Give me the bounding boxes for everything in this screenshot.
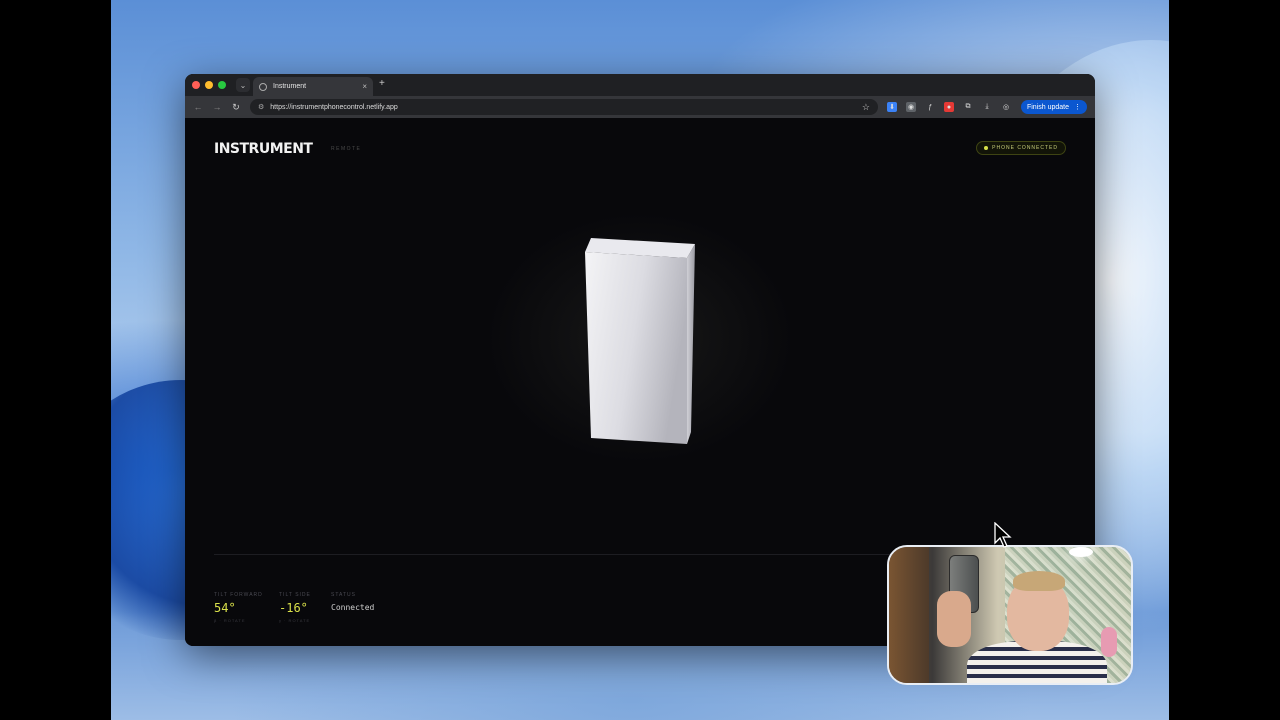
extension-function-icon[interactable]: ƒ — [925, 102, 935, 112]
extension-camera-icon[interactable]: ◉ — [906, 102, 916, 112]
profile-icon[interactable]: ◎ — [1001, 102, 1011, 112]
reload-button[interactable]: ↻ — [231, 102, 241, 113]
status-led-icon — [984, 146, 989, 150]
stat-label: STATUS — [331, 592, 356, 598]
bookmark-star-icon[interactable]: ☆ — [862, 102, 870, 113]
chevron-down-icon: ⌄ — [239, 80, 247, 90]
webcam-lamp — [1069, 547, 1093, 557]
forward-button[interactable]: → — [212, 102, 222, 112]
browser-toolbar: ← → ↻ ⚙ https://instrumentphonecontrol.n… — [185, 96, 1095, 118]
extensions-puzzle-icon[interactable]: ⧉ — [963, 102, 973, 112]
back-button[interactable]: ← — [193, 102, 203, 112]
tab-instrument[interactable]: Instrument × — [253, 77, 373, 96]
close-tab-icon[interactable]: × — [362, 82, 367, 91]
webcam-toy — [1101, 627, 1117, 657]
brand-subtitle: REMOTE — [331, 146, 362, 152]
stat-tilt-side: TILT SIDE -16° γ · ROTATE — [279, 592, 311, 623]
extension-download-icon[interactable]: ⬇ — [887, 102, 897, 112]
stat-status: STATUS Connected — [331, 592, 374, 612]
extension-record-icon[interactable]: ● — [944, 102, 954, 112]
stat-hint: β · ROTATE — [214, 618, 246, 623]
stat-label: TILT SIDE — [279, 592, 311, 598]
phone-model-graphic — [585, 238, 695, 444]
tab-bar: ⌄ Instrument × + — [185, 74, 1095, 96]
phone-3d-model[interactable] — [583, 236, 697, 448]
status-pill-label: PHONE CONNECTED — [992, 145, 1058, 151]
status-pill: PHONE CONNECTED — [976, 141, 1066, 155]
stat-tilt-forward: TILT FORWARD 54° β · ROTATE — [214, 592, 263, 623]
maximize-window-button[interactable] — [218, 81, 226, 89]
webcam-hand — [937, 591, 971, 647]
close-window-button[interactable] — [192, 81, 200, 89]
tab-title: Instrument — [273, 83, 307, 90]
url-text[interactable]: https://instrumentphonecontrol.netlify.a… — [270, 104, 862, 111]
finish-update-label: Finish update — [1026, 103, 1069, 111]
stat-value: 54° — [214, 601, 236, 615]
downloads-icon[interactable]: ⤓ — [982, 102, 992, 112]
stat-value: Connected — [331, 603, 375, 612]
new-tab-button[interactable]: + — [379, 78, 385, 89]
address-bar[interactable]: ⚙ https://instrumentphonecontrol.netlify… — [250, 99, 878, 115]
stat-label: TILT FORWARD — [214, 592, 263, 598]
tab-search-button[interactable]: ⌄ — [236, 78, 250, 92]
webcam-background-door — [889, 547, 929, 683]
brand-logo: INSTRUMENT — [214, 141, 313, 157]
stat-hint: γ · ROTATE — [279, 618, 311, 623]
webcam-overlay[interactable] — [887, 545, 1133, 685]
finish-update-button[interactable]: Finish update ⋮ — [1020, 100, 1087, 114]
webcam-person-hair — [1013, 571, 1065, 591]
mouse-cursor-icon — [994, 522, 1012, 548]
site-settings-icon[interactable]: ⚙ — [258, 103, 264, 111]
stat-value: -16° — [279, 601, 308, 615]
minimize-window-button[interactable] — [205, 81, 213, 89]
globe-icon — [259, 82, 267, 91]
window-controls — [192, 81, 226, 89]
screen: ⌄ Instrument × + ← → ↻ ⚙ https://instrum… — [0, 0, 1280, 720]
more-menu-icon: ⋮ — [1074, 104, 1081, 111]
